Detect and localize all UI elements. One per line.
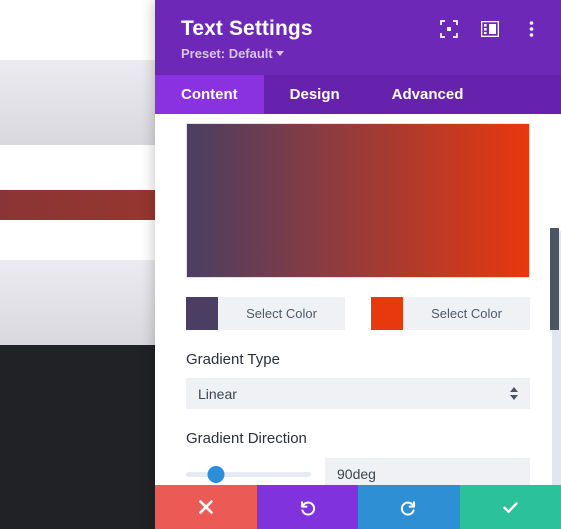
redo-button[interactable] [358, 485, 460, 529]
gradient-type-label: Gradient Type [186, 351, 280, 368]
color-swatch-end[interactable] [371, 297, 403, 330]
slider-handle[interactable] [207, 465, 225, 483]
gradient-stop-2: Select Color [371, 297, 530, 330]
gradient-stops-row: Select Color Select Color [186, 297, 530, 330]
save-button[interactable] [459, 485, 561, 529]
settings-scroll-area[interactable]: Select Color Select Color Gradient Type … [155, 114, 561, 485]
gradient-direction-slider[interactable] [186, 464, 311, 484]
text-settings-modal: Text Settings Preset: Default Content De… [155, 0, 561, 529]
modal-footer-actions [155, 485, 561, 529]
scrollbar-thumb[interactable] [550, 228, 559, 330]
focus-target-icon[interactable] [439, 19, 459, 39]
header-icon-group [439, 19, 541, 39]
tab-advanced[interactable]: Advanced [366, 75, 490, 114]
gradient-type-field: Linear [186, 378, 530, 409]
gradient-stop-1: Select Color [186, 297, 345, 330]
screen: Text Settings Preset: Default Content De… [0, 0, 561, 529]
tab-content[interactable]: Content [155, 75, 264, 114]
cancel-button[interactable] [155, 485, 257, 529]
modal-header: Text Settings Preset: Default [155, 0, 561, 75]
tab-design[interactable]: Design [264, 75, 366, 114]
select-color-button-start[interactable]: Select Color [218, 297, 345, 330]
background-footer-strip [0, 485, 155, 529]
select-color-button-end[interactable]: Select Color [403, 297, 530, 330]
preset-dropdown[interactable]: Preset: Default [181, 46, 284, 61]
undo-button[interactable] [256, 485, 358, 529]
gradient-direction-input[interactable] [325, 458, 530, 485]
layout-panel-icon[interactable] [480, 19, 500, 39]
tab-bar: Content Design Advanced [155, 75, 561, 114]
color-swatch-start[interactable] [186, 297, 218, 330]
gradient-direction-label: Gradient Direction [186, 430, 307, 447]
slider-track [186, 471, 311, 477]
more-vertical-icon[interactable] [521, 19, 541, 39]
gradient-type-select[interactable]: Linear [186, 378, 530, 409]
preset-label: Preset: Default [181, 46, 273, 61]
gradient-direction-field [186, 458, 530, 485]
chevron-down-icon [275, 51, 284, 56]
gradient-preview [186, 123, 530, 278]
